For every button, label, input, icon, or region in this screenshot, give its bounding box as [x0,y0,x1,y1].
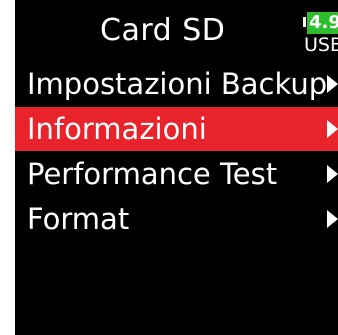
battery-icon [303,17,306,27]
battery-level: 4.9 [307,12,338,34]
title-bar: Card SD 4.9 USB [15,0,338,62]
menu-item-format[interactable]: Format [15,197,338,241]
chevron-right-icon [327,165,338,183]
menu-item-label: Informazioni [27,112,207,146]
menu-item-informazioni[interactable]: Informazioni [15,107,338,151]
menu-item-label: Performance Test [27,157,278,191]
menu-item-label: Format [27,202,130,236]
menu-item-label: Impostazioni Backup [27,67,328,101]
power-source-label: USB [304,34,338,56]
menu-item-performance-test[interactable]: Performance Test [15,152,338,196]
page-title: Card SD [100,13,226,48]
menu-item-impostazioni-backup[interactable]: Impostazioni Backup [15,62,338,106]
chevron-right-icon [327,120,338,138]
chevron-right-icon [327,210,338,228]
menu-list: Impostazioni Backup Informazioni Perform… [15,62,338,242]
device-screen: Card SD 4.9 USB Impostazioni Backup Info… [15,0,338,335]
battery-indicator: 4.9 USB [303,12,338,56]
chevron-right-icon [327,75,338,93]
